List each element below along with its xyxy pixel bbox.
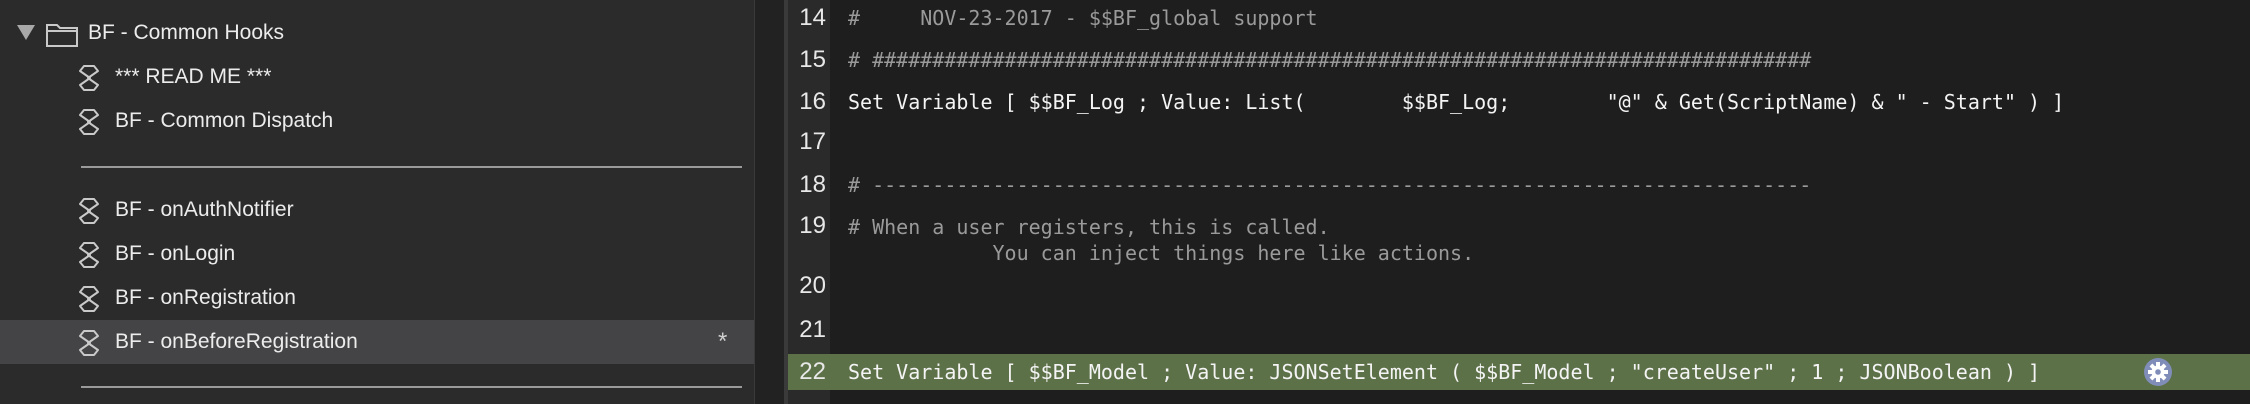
folder-icon <box>46 24 78 47</box>
sidebar-item-read-me[interactable]: *** READ ME *** <box>0 55 754 99</box>
script-line-17[interactable]: 17 <box>788 124 2250 160</box>
script-line-16[interactable]: 16 Set Variable [ $$BF_Log ; Value: List… <box>788 84 2250 120</box>
sidebar-separator <box>81 386 742 388</box>
sidebar-item-common-dispatch[interactable]: BF - Common Dispatch <box>0 99 754 143</box>
script-line-14[interactable]: 14 # NOV-23-2017 - $$BF_global support <box>788 0 2250 36</box>
sidebar-scrollbar[interactable] <box>754 0 785 404</box>
line-number: 22 <box>799 358 826 385</box>
line-number: 15 <box>799 46 826 73</box>
code-text: Set Variable [ $$BF_Model ; Value: JSONS… <box>848 360 2041 384</box>
script-line-23-partial[interactable] <box>788 396 2250 404</box>
script-line-22[interactable]: 22 Set Variable [ $$BF_Model ; Value: JS… <box>788 354 2250 390</box>
line-number: 18 <box>799 171 826 198</box>
script-icon <box>79 65 99 91</box>
sidebar-item-label: BF - onLogin <box>115 242 236 265</box>
sidebar-item-label: BF - onBeforeRegistration <box>115 330 358 353</box>
sidebar-item-label: BF - onAuthNotifier <box>115 198 294 221</box>
script-icon <box>79 198 99 224</box>
sidebar-item-on-registration[interactable]: BF - onRegistration <box>0 276 754 320</box>
script-editor[interactable]: 14 # NOV-23-2017 - $$BF_global support 1… <box>788 0 2250 404</box>
script-line-18[interactable]: 18 # -----------------------------------… <box>788 167 2250 203</box>
code-text: # --------------------------------------… <box>848 173 1812 197</box>
code-text: # When a user registers, this is called.… <box>848 215 1475 265</box>
script-icon <box>79 242 99 268</box>
sidebar-item-on-login[interactable]: BF - onLogin <box>0 232 754 276</box>
script-icon <box>79 286 99 312</box>
line-number: 21 <box>799 316 826 343</box>
sidebar-item-label: BF - onRegistration <box>115 286 296 309</box>
sidebar-separator <box>81 166 742 168</box>
modified-marker: * <box>718 328 728 355</box>
line-number: 17 <box>799 128 826 155</box>
script-line-15[interactable]: 15 # ###################################… <box>788 42 2250 78</box>
script-icon <box>79 330 99 356</box>
gear-icon[interactable] <box>2143 357 2173 387</box>
sidebar-item-on-before-registration[interactable]: BF - onBeforeRegistration * <box>0 320 754 364</box>
script-sidebar: BF - Common Hooks *** READ ME *** BF - C… <box>0 0 754 404</box>
line-number-gutter <box>788 396 830 404</box>
folder-label: BF - Common Hooks <box>88 21 285 44</box>
script-icon <box>79 109 99 135</box>
disclosure-triangle-icon[interactable] <box>17 25 35 40</box>
folder-common-hooks[interactable]: BF - Common Hooks <box>0 11 754 55</box>
line-number: 19 <box>799 212 826 239</box>
line-number: 20 <box>799 272 826 299</box>
sidebar-item-label: *** READ ME *** <box>115 65 272 88</box>
sidebar-item-on-auth-notifier[interactable]: BF - onAuthNotifier <box>0 188 754 232</box>
script-line-20[interactable]: 20 <box>788 268 2250 304</box>
code-text: # ######################################… <box>848 48 1812 72</box>
code-text: Set Variable [ $$BF_Log ; Value: List( $… <box>848 90 2065 114</box>
script-line-21[interactable]: 21 <box>788 312 2250 348</box>
script-line-19[interactable]: 19 # When a user registers, this is call… <box>788 208 2250 270</box>
line-number: 14 <box>799 4 826 31</box>
sidebar-item-label: BF - Common Dispatch <box>115 109 334 132</box>
line-number: 16 <box>799 88 826 115</box>
code-text: # NOV-23-2017 - $$BF_global support <box>848 6 1318 30</box>
